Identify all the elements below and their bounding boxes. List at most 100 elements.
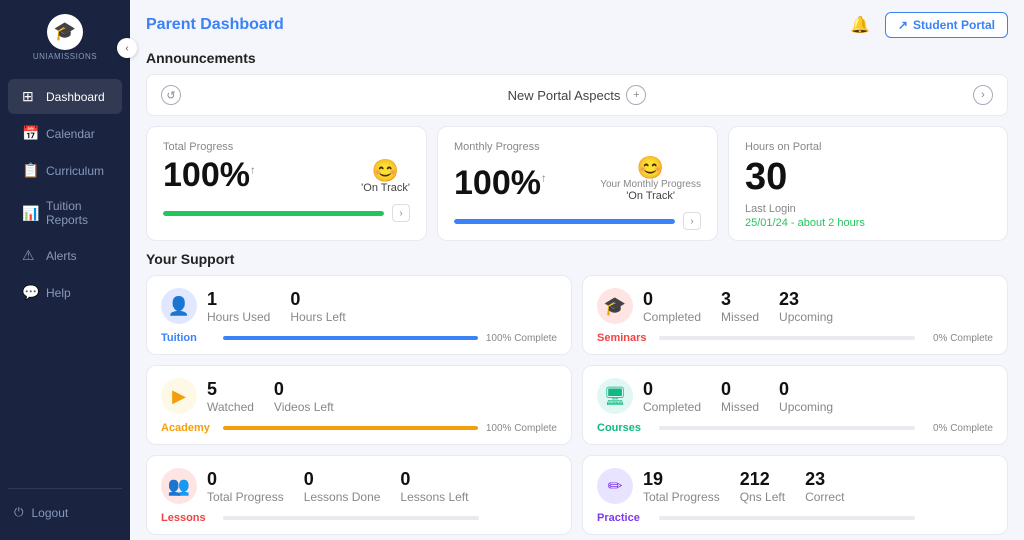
support-bar-bg-practice [659,516,915,520]
stat-lessons: 0 Total Progress [207,469,284,504]
support-bar-row-practice: Practice [597,512,993,524]
support-card-practice: ✏ 19 Total Progress 212 Qns Left 23 Corr… [582,455,1008,535]
sidebar-logo: 🎓 UNIAMISSIONS [35,12,95,62]
stat-academy: 5 Watched [207,379,254,414]
support-icon-tuition: 👤 [161,288,197,324]
support-bar-label-academy: Academy [161,422,215,434]
sidebar-item-dashboard[interactable]: ⊞Dashboard [8,79,122,114]
support-icon-seminars: 🎓 [597,288,633,324]
support-stats-seminars: 0 Completed 3 Missed 23 Upcoming [643,289,993,324]
stat-lessons: 0 Lessons Done [304,469,381,504]
stat-tuition: 1 Hours Used [207,289,270,324]
support-card-lessons: 👥 0 Total Progress 0 Lessons Done 0 Less… [146,455,572,535]
stat-tuition: 0 Hours Left [290,289,345,324]
stat-seminars: 23 Upcoming [779,289,833,324]
announcement-right: › [973,85,993,105]
stat-practice: 19 Total Progress [643,469,720,504]
sidebar: 🎓 UNIAMISSIONS ⊞Dashboard📅Calendar📋Curri… [0,0,130,540]
help-icon: 💬 [22,284,38,301]
sidebar-item-alerts[interactable]: ⚠Alerts [8,238,122,273]
total-progress-bar-bg [163,211,384,216]
tuition-icon: 📊 [22,205,38,222]
logout-button[interactable]: ⏻ Logout [8,497,122,528]
alerts-icon: ⚠ [22,247,38,264]
sidebar-item-calendar[interactable]: 📅Calendar [8,116,122,151]
support-complete-label-courses: 0% Complete [923,423,993,434]
support-bar-row-tuition: Tuition 100% Complete [161,332,557,344]
support-bar-label-tuition: Tuition [161,332,215,344]
stat-courses: 0 Completed [643,379,701,414]
total-progress-bar-fill [163,211,384,216]
announcement-add-icon: + [626,85,646,105]
total-progress-badge-label: 'On Track' [361,182,410,194]
support-complete-label-seminars: 0% Complete [923,333,993,344]
logo-icon: 🎓 [47,14,83,50]
support-card-header-seminars: 🎓 0 Completed 3 Missed 23 Upcoming [597,288,993,324]
announcements-title: Announcements [146,50,1008,66]
student-portal-button[interactable]: ↗ Student Portal [885,12,1008,38]
announcement-center: New Portal Aspects + [508,85,647,105]
page-title: Parent Dashboard [146,16,284,34]
dashboard-icon: ⊞ [22,88,38,105]
stat-seminars: 3 Missed [721,289,759,324]
support-stats-tuition: 1 Hours Used 0 Hours Left [207,289,557,324]
curriculum-label: Curriculum [46,164,104,178]
calendar-label: Calendar [46,127,95,141]
total-progress-arrow[interactable]: › [392,204,410,222]
support-bar-bg-tuition [223,336,478,340]
support-grid: 👤 1 Hours Used 0 Hours Left Tuition 100%… [146,275,1008,535]
support-bar-fill-tuition [223,336,478,340]
support-card-header-practice: ✏ 19 Total Progress 212 Qns Left 23 Corr… [597,468,993,504]
hours-portal-value: 30 [745,157,991,199]
stat-lessons: 0 Lessons Left [400,469,468,504]
support-icon-courses: 🖥 [597,378,633,414]
sidebar-item-curriculum[interactable]: 📋Curriculum [8,153,122,188]
total-progress-card: Total Progress 100%↑ 😊 'On Track' › [146,126,427,241]
monthly-progress-arrow[interactable]: › [683,212,701,230]
monthly-progress-badge: 😊 Your Monthly Progress 'On Track' [600,157,701,202]
sidebar-item-help[interactable]: 💬Help [8,275,122,310]
support-bar-label-practice: Practice [597,512,651,524]
support-card-header-lessons: 👥 0 Total Progress 0 Lessons Done 0 Less… [161,468,557,504]
support-bar-bg-academy [223,426,478,430]
support-icon-academy: ▶ [161,378,197,414]
support-bar-row-lessons: Lessons [161,512,557,524]
logout-label: Logout [32,506,69,520]
hours-portal-title: Hours on Portal [745,141,991,153]
monthly-progress-bar-bg [454,219,675,224]
support-title: Your Support [146,251,1008,267]
announcement-bar[interactable]: ↺ New Portal Aspects + › [146,74,1008,116]
support-card-tuition: 👤 1 Hours Used 0 Hours Left Tuition 100%… [146,275,572,355]
support-bar-bg-courses [659,426,915,430]
student-portal-icon: ↗ [898,18,908,32]
last-login-value: 25/01/24 - about 2 hours [745,217,991,229]
sidebar-footer: ⏻ Logout [8,488,122,528]
announcement-text: New Portal Aspects [508,88,621,103]
announcement-refresh-icon: ↺ [161,85,181,105]
support-bar-label-courses: Courses [597,422,651,434]
monthly-progress-badge-label2: 'On Track' [626,190,675,202]
announcement-next-icon: › [973,85,993,105]
support-bar-label-seminars: Seminars [597,332,651,344]
monthly-progress-title: Monthly Progress [454,141,701,153]
stat-seminars: 0 Completed [643,289,701,324]
support-card-courses: 🖥 0 Completed 0 Missed 0 Upcoming Course… [582,365,1008,445]
monthly-progress-emoji: 😊 [637,157,664,179]
monthly-progress-badge-label1: Your Monthly Progress [600,179,701,190]
logout-icon: ⏻ [14,505,24,520]
main-content: Parent Dashboard 🔔 ↗ Student Portal Anno… [130,0,1024,540]
sidebar-item-tuition[interactable]: 📊Tuition Reports [8,190,122,236]
support-bar-fill-academy [223,426,478,430]
support-bar-label-lessons: Lessons [161,512,215,524]
stat-academy: 0 Videos Left [274,379,334,414]
page-header: Parent Dashboard 🔔 ↗ Student Portal [146,10,1008,40]
total-progress-value: 100%↑ [163,157,255,194]
support-complete-label-tuition: 100% Complete [486,333,557,344]
monthly-progress-value: 100%↑ [454,165,546,202]
support-card-header-academy: ▶ 5 Watched 0 Videos Left [161,378,557,414]
support-card-header-tuition: 👤 1 Hours Used 0 Hours Left [161,288,557,324]
support-stats-academy: 5 Watched 0 Videos Left [207,379,557,414]
notifications-bell-button[interactable]: 🔔 [845,10,875,40]
total-progress-title: Total Progress [163,141,410,153]
support-bar-row-courses: Courses 0% Complete [597,422,993,434]
